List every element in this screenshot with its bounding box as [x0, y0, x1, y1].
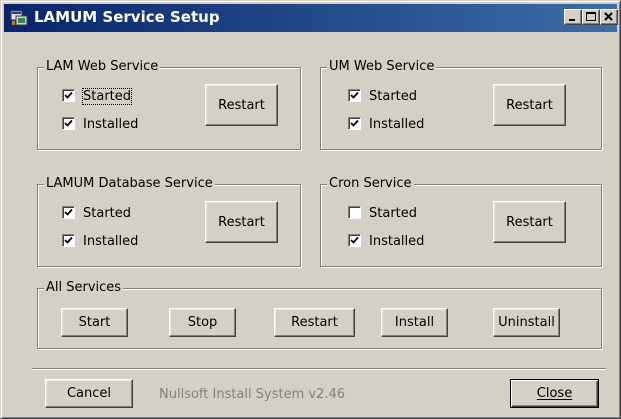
button-label: Restart [506, 214, 553, 230]
checkbox-box[interactable] [348, 206, 361, 219]
checkmark-icon [350, 119, 359, 127]
checkbox-box[interactable] [348, 234, 361, 247]
restart-all-button[interactable]: Restart [274, 308, 355, 337]
start-all-button[interactable]: Start [61, 308, 128, 337]
checkbox-label: Installed [369, 234, 425, 249]
lam-installed-checkbox[interactable]: Installed [62, 116, 138, 134]
button-label: Restart [506, 97, 553, 113]
minimize-icon [569, 19, 575, 21]
um-installed-checkbox[interactable]: Installed [348, 116, 424, 134]
lam-started-checkbox[interactable]: Started [62, 88, 133, 106]
close-window-button[interactable] [600, 9, 618, 25]
lam-web-service-group: LAM Web Service Started Installed Restar… [37, 59, 301, 150]
setup-window: LAMUM Service Setup LAM Web Service Star… [0, 0, 621, 419]
maximize-button[interactable] [582, 9, 600, 25]
checkbox-label: Installed [369, 117, 425, 132]
um-web-service-group: UM Web Service Started Installed Restart [320, 59, 602, 150]
button-label: Install [394, 315, 435, 330]
button-label: Start [78, 315, 111, 330]
group-title: All Services [44, 280, 124, 296]
checkbox-box[interactable] [348, 89, 361, 102]
checkbox-label: Installed [83, 117, 139, 132]
close-icon [604, 12, 613, 21]
button-label: Close [536, 386, 573, 401]
checkbox-label: Started [369, 206, 418, 221]
checkbox-label: Started [83, 206, 132, 221]
database-service-group: LAMUM Database Service Started Installed… [37, 176, 301, 267]
db-restart-button[interactable]: Restart [205, 201, 278, 243]
stop-all-button[interactable]: Stop [169, 308, 236, 337]
installer-icon [10, 10, 28, 26]
checkmark-icon [64, 91, 73, 99]
button-label: Restart [291, 315, 338, 330]
button-label: Cancel [66, 386, 112, 401]
button-label: Uninstall [498, 315, 555, 330]
checkbox-box[interactable] [62, 206, 75, 219]
checkbox-label: Started [81, 88, 133, 105]
cron-service-group: Cron Service Started Installed Restart [320, 176, 602, 267]
maximize-icon [586, 12, 596, 21]
um-started-checkbox[interactable]: Started [348, 88, 417, 106]
cancel-button[interactable]: Cancel [45, 379, 133, 408]
close-button[interactable]: Close [510, 379, 599, 408]
install-all-button[interactable]: Install [381, 308, 448, 337]
minimize-button[interactable] [564, 9, 582, 25]
title-bar[interactable]: LAMUM Service Setup [4, 4, 618, 32]
window-title: LAMUM Service Setup [34, 8, 220, 26]
checkmark-icon [64, 236, 73, 244]
checkmark-icon [350, 236, 359, 244]
group-title: Cron Service [327, 176, 414, 192]
cron-installed-checkbox[interactable]: Installed [348, 233, 424, 251]
cron-started-checkbox[interactable]: Started [348, 205, 417, 223]
nsis-branding-text: Nullsoft Install System v2.46 [159, 387, 346, 402]
group-title: LAMUM Database Service [44, 176, 215, 192]
button-label: Stop [187, 315, 218, 330]
checkbox-box[interactable] [62, 234, 75, 247]
checkbox-label: Started [369, 89, 418, 104]
checkbox-label: Installed [83, 234, 139, 249]
button-label: Restart [218, 214, 265, 230]
footer-divider [32, 368, 606, 370]
db-installed-checkbox[interactable]: Installed [62, 233, 138, 251]
all-services-group: All Services Start Stop Restart Install … [37, 280, 602, 349]
checkmark-icon [64, 119, 73, 127]
cron-restart-button[interactable]: Restart [493, 201, 566, 243]
checkbox-box[interactable] [348, 117, 361, 130]
button-label: Restart [218, 97, 265, 113]
group-title: LAM Web Service [44, 59, 161, 75]
checkbox-box[interactable] [62, 117, 75, 130]
checkmark-icon [350, 91, 359, 99]
uninstall-all-button[interactable]: Uninstall [493, 308, 560, 337]
checkbox-box[interactable] [62, 89, 75, 102]
um-restart-button[interactable]: Restart [493, 84, 566, 126]
checkmark-icon [64, 208, 73, 216]
group-title: UM Web Service [327, 59, 437, 75]
lam-restart-button[interactable]: Restart [205, 84, 278, 126]
db-started-checkbox[interactable]: Started [62, 205, 131, 223]
